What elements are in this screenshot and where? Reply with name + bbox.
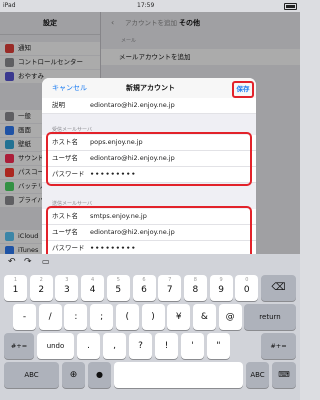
symbols-shift-right-button[interactable]: #+= <box>261 333 296 359</box>
key-3[interactable]: 33 <box>55 275 79 301</box>
description-field[interactable]: ediontaro@hi2.enjoy.ne.jp <box>90 98 175 113</box>
key-7[interactable]: 77 <box>158 275 182 301</box>
device-label: iPad <box>3 2 16 9</box>
key-colon[interactable]: : <box>64 304 88 330</box>
key-4[interactable]: 44 <box>81 275 105 301</box>
key-paren-open[interactable]: ( <box>115 304 139 330</box>
keyboard-hide-icon[interactable]: ⌨ <box>272 362 296 388</box>
key-period[interactable]: . <box>77 333 100 359</box>
mic-icon[interactable]: ● <box>88 362 111 388</box>
undo-button[interactable]: undo <box>37 333 74 359</box>
key-yen[interactable]: ¥ <box>167 304 191 330</box>
abc-button-left[interactable]: ABC <box>4 362 59 388</box>
key-exclamation[interactable]: ! <box>155 333 178 359</box>
key-ampersand[interactable]: & <box>192 304 216 330</box>
key-paren-close[interactable]: ) <box>141 304 165 330</box>
key-5[interactable]: 55 <box>106 275 130 301</box>
key-0[interactable]: 00 <box>235 275 259 301</box>
redo-icon[interactable]: ↷ <box>24 257 32 267</box>
key-2[interactable]: 22 <box>29 275 53 301</box>
incoming-highlight-box <box>46 132 252 186</box>
symbols-shift-button[interactable]: #+= <box>4 333 34 359</box>
cancel-button[interactable]: キャンセル <box>52 78 87 98</box>
undo-icon[interactable]: ↶ <box>8 257 16 267</box>
new-account-sheet: キャンセル 新規アカウント 保存 説明 ediontaro@hi2.enjoy.… <box>42 78 256 254</box>
key-6[interactable]: 66 <box>132 275 156 301</box>
battery-icon <box>284 3 297 10</box>
key-8[interactable]: 88 <box>183 275 207 301</box>
key-comma[interactable]: , <box>103 333 126 359</box>
key-quote[interactable]: " <box>207 333 230 359</box>
backspace-icon[interactable]: ⌫ <box>261 275 296 301</box>
key-semicolon[interactable]: ; <box>90 304 114 330</box>
key-at[interactable]: @ <box>218 304 242 330</box>
shortcut-bar: ↶ ↷ ▭ <box>0 254 300 272</box>
key-1[interactable]: 11 <box>4 275 27 301</box>
paste-icon[interactable]: ▭ <box>42 257 50 266</box>
clock: 17:59 <box>137 2 155 9</box>
save-button[interactable]: 保存 <box>232 81 254 98</box>
key-9[interactable]: 99 <box>209 275 233 301</box>
key-hyphen[interactable]: - <box>13 304 36 330</box>
globe-icon[interactable]: ⊕ <box>62 362 85 388</box>
sheet-title: 新規アカウント <box>126 84 175 92</box>
abc-button-right[interactable]: ABC <box>246 362 269 388</box>
description-label: 説明 <box>52 101 65 109</box>
key-slash[interactable]: / <box>38 304 62 330</box>
key-question[interactable]: ? <box>129 333 152 359</box>
space-bar[interactable] <box>114 362 243 388</box>
keyboard: ↶ ↷ ▭ 11 22 33 44 55 66 77 88 99 00 ⌫ - … <box>0 254 300 400</box>
key-apostrophe[interactable]: ' <box>181 333 204 359</box>
sheet-nav-bar: キャンセル 新規アカウント <box>42 78 256 99</box>
description-row[interactable]: 説明 ediontaro@hi2.enjoy.ne.jp <box>42 98 256 114</box>
return-button[interactable]: return <box>244 304 296 330</box>
status-bar: iPad 17:59 <box>0 0 300 12</box>
outgoing-highlight-box <box>46 206 252 254</box>
